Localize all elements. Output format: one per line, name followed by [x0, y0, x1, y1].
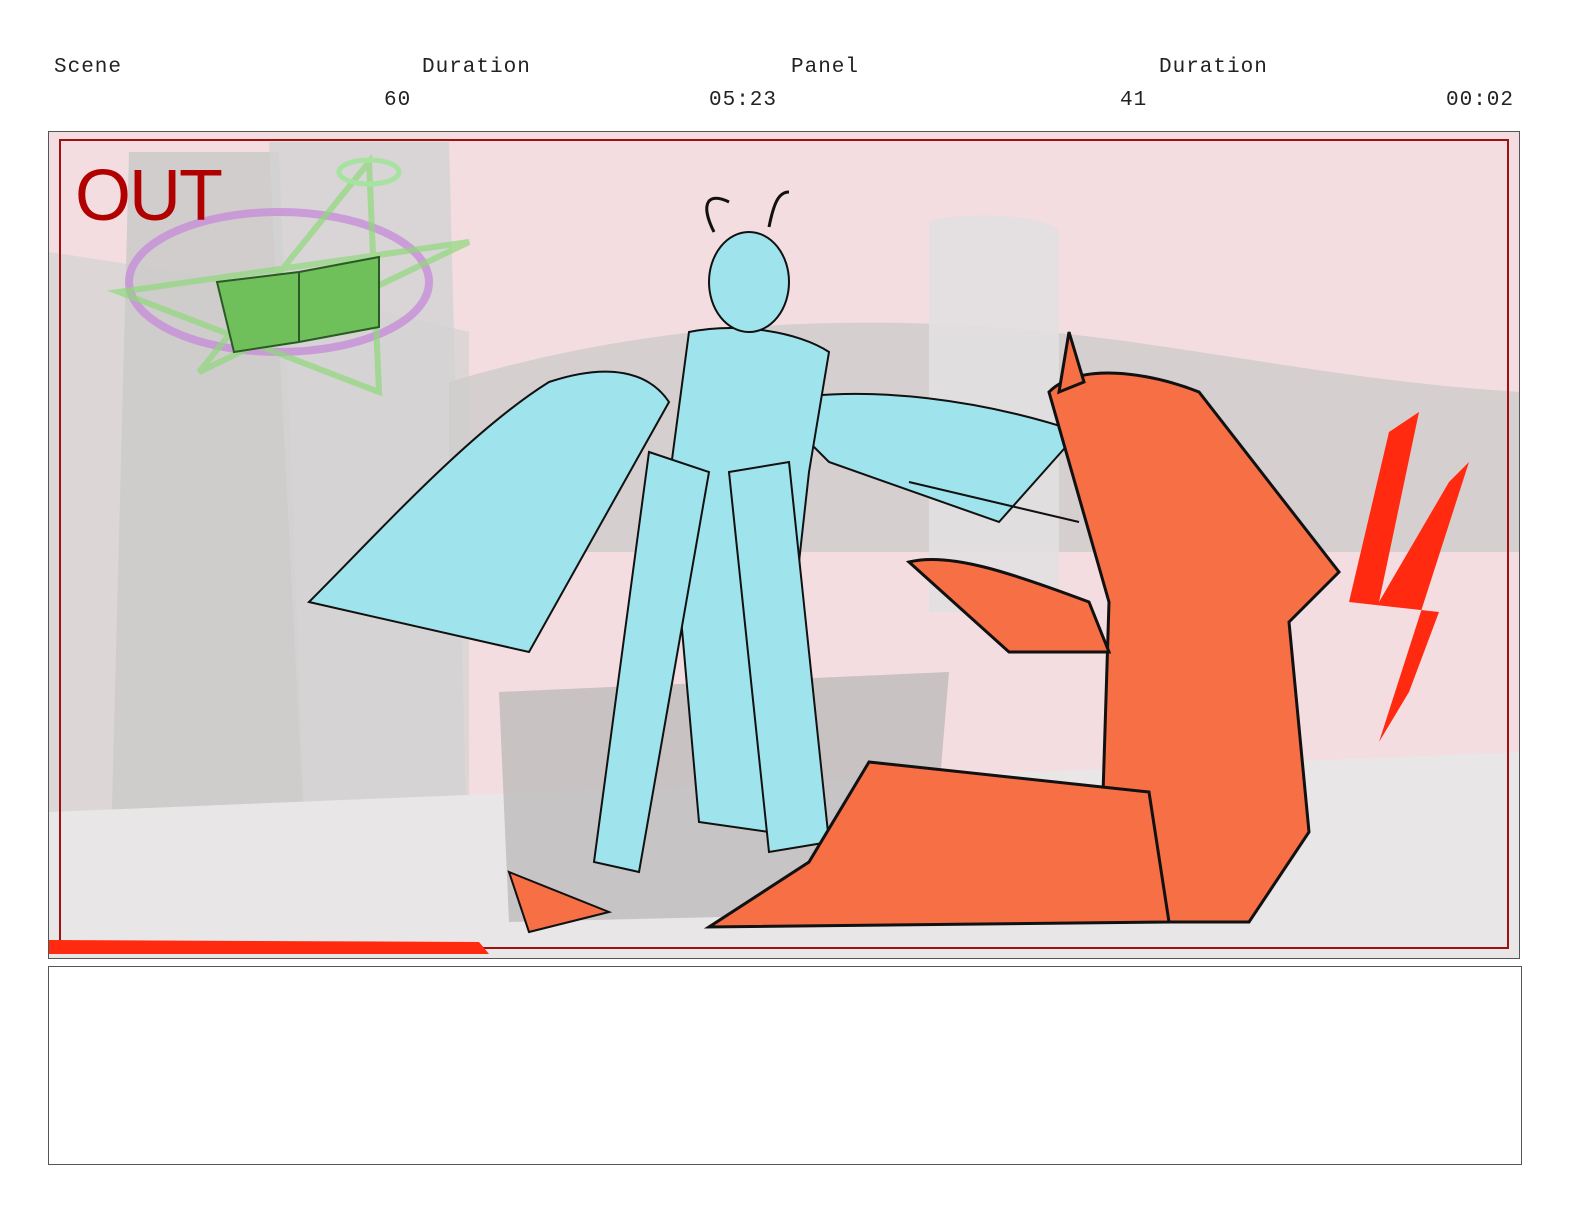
- panel-number: 41: [1120, 89, 1148, 112]
- panel-drawing: [49, 132, 1519, 958]
- storyboard-panel: OUT: [48, 131, 1520, 959]
- header-scene-duration-label: Duration: [422, 56, 531, 79]
- scene-number: 60: [384, 89, 412, 112]
- header-panel-duration-label: Duration: [1159, 56, 1268, 79]
- notes-box[interactable]: [48, 966, 1522, 1165]
- header-panel-label: Panel: [791, 56, 860, 79]
- header-scene-label: Scene: [54, 56, 123, 79]
- out-annotation: OUT: [75, 156, 223, 236]
- scene-duration: 05:23: [709, 89, 778, 112]
- panel-duration: 00:02: [1446, 89, 1515, 112]
